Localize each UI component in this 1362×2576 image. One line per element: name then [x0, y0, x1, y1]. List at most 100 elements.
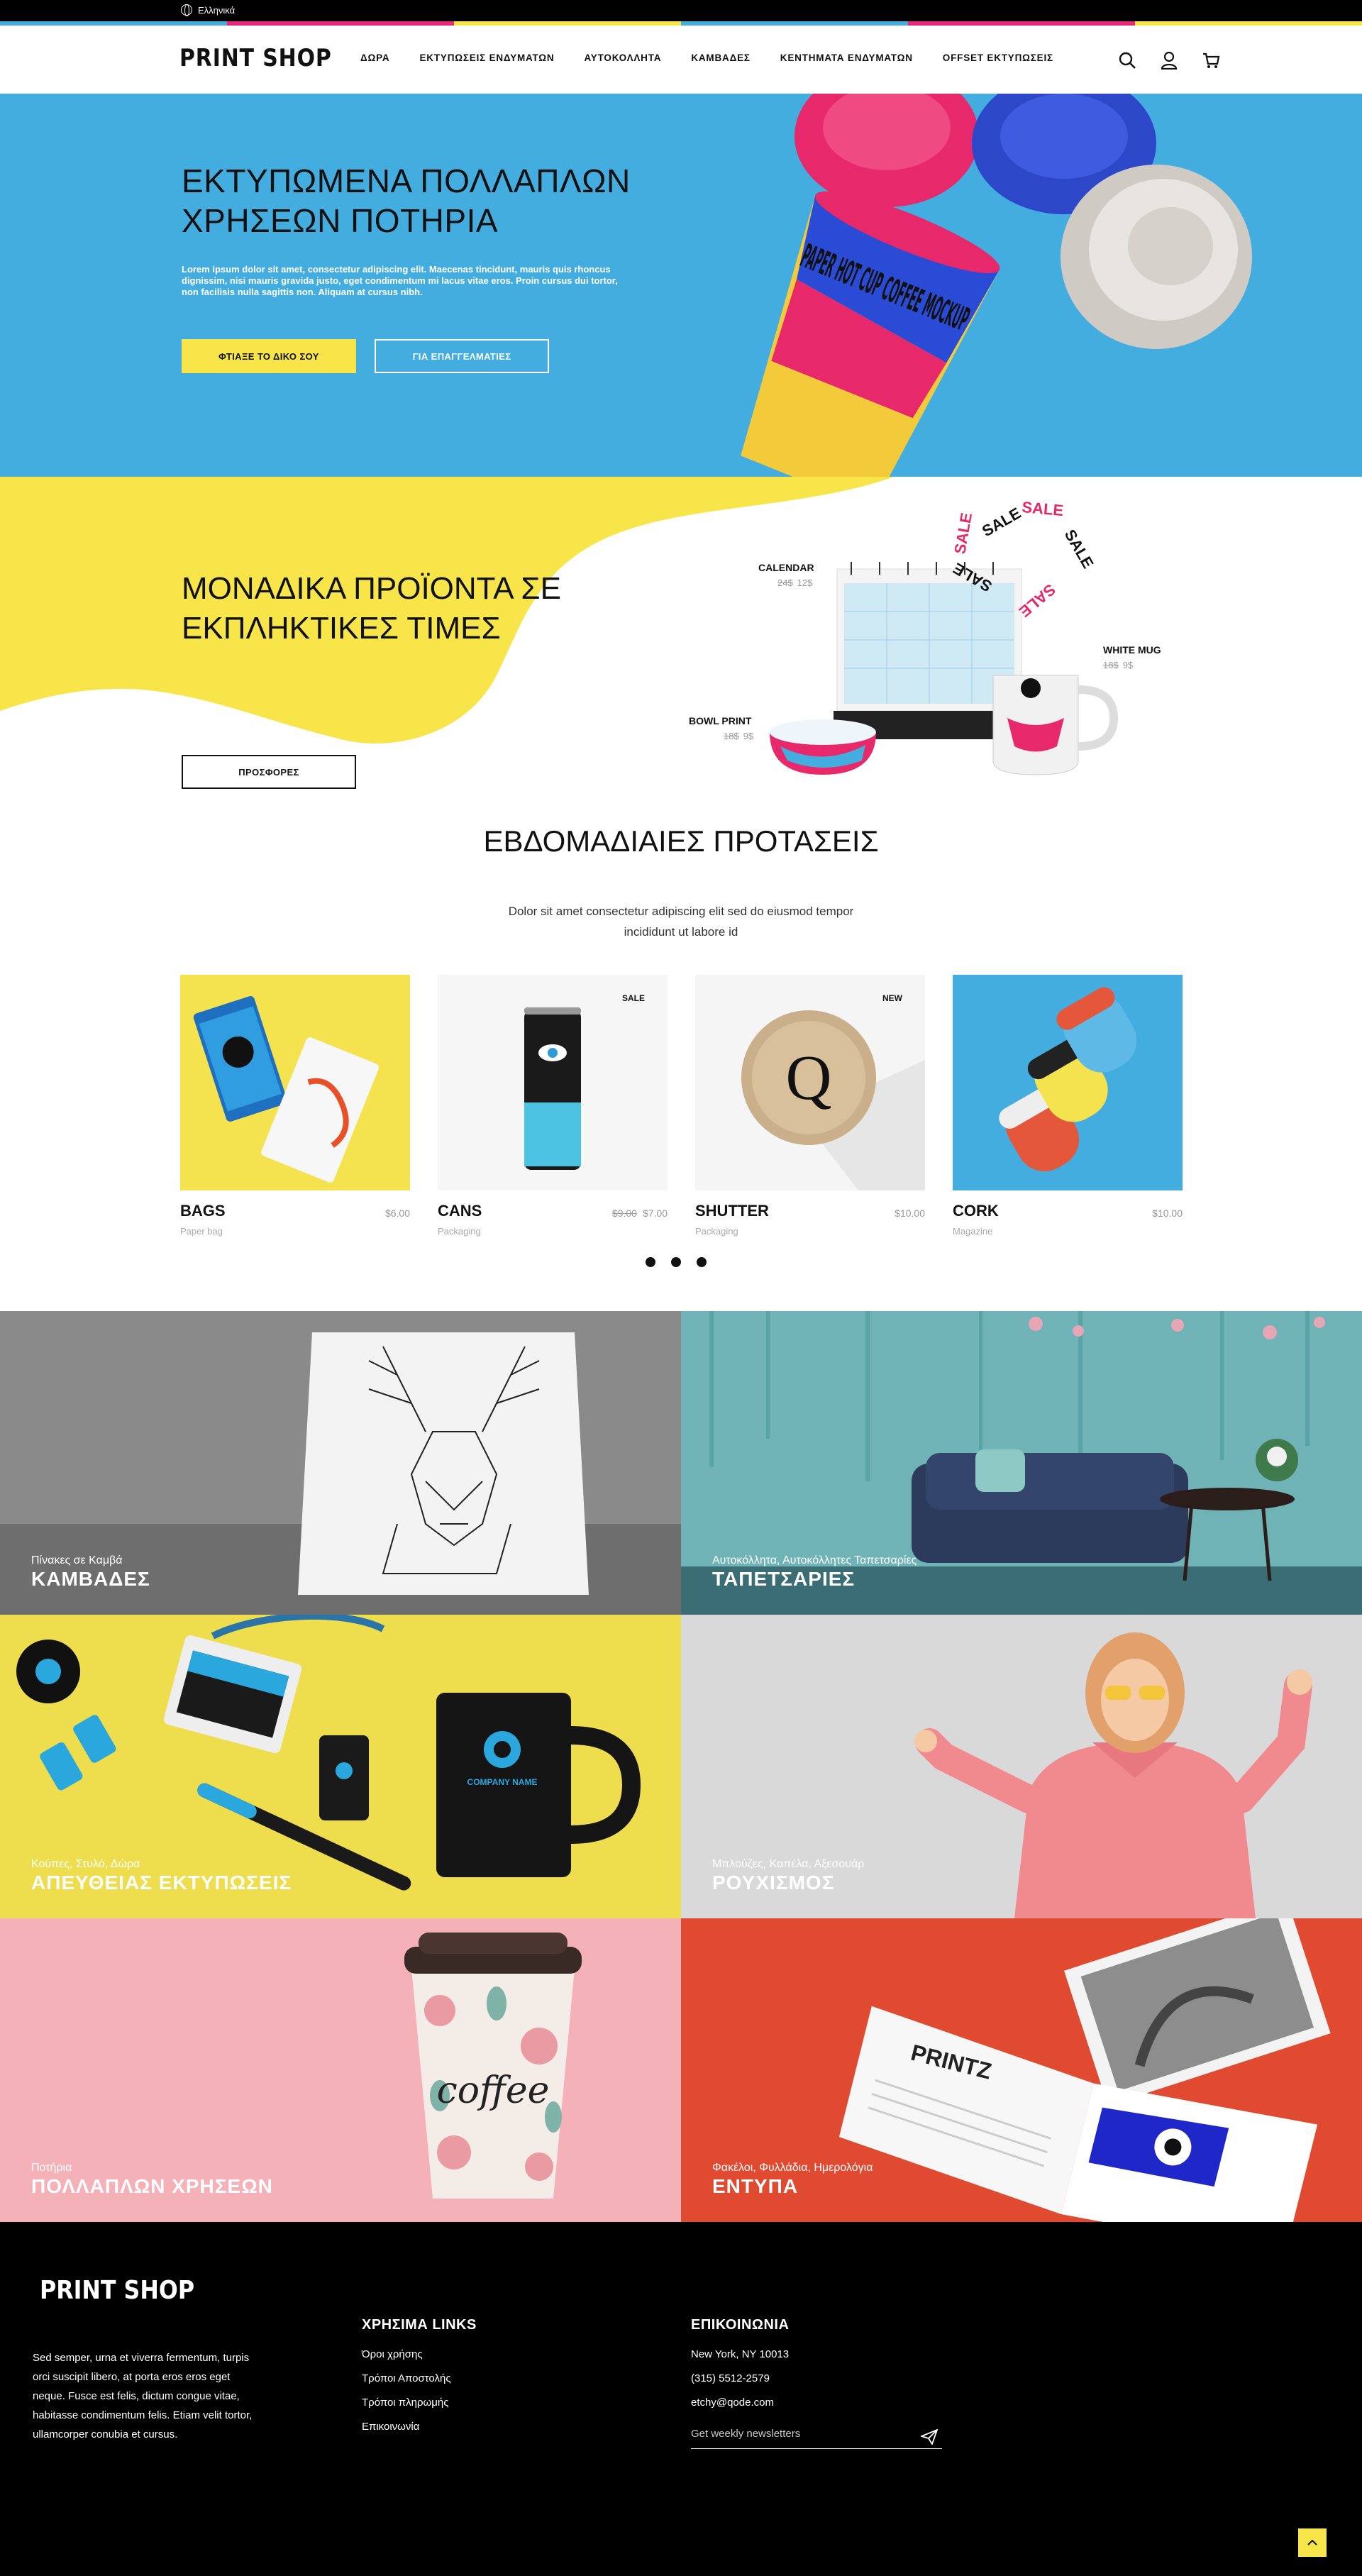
footer-about-text: Sed semper, urna et viverra fermentum, t… [33, 2352, 253, 2440]
category-tile-clothing[interactable]: Μπλούζες, Καπέλα, Αξεσουάρ ΡΟΥΧΙΣΜΟΣ [681, 1615, 1362, 1918]
category-title[interactable]: ΤΑΠΕΤΣΑΡΙΕΣ [712, 1568, 855, 1591]
bowl-print-price: 18$ 9$ [724, 731, 754, 741]
contact-title: ΕΠΙΚΟΙΝΩΝΙΑ [691, 2317, 790, 2333]
cart-icon[interactable] [1202, 51, 1220, 70]
product-card[interactable]: Q NEW SHUTTER $10.00 Packaging [695, 975, 925, 1237]
hero-banner: PAPER HOT CUP COFFEE MOCKUP ΕΚΤΥΠΩΜΕΝΑ Π… [0, 94, 1362, 477]
send-icon[interactable] [921, 2429, 938, 2445]
category-title[interactable]: ΕΝΤΥΠΑ [712, 2175, 798, 2198]
product-image[interactable]: SALE [438, 975, 668, 1190]
category-subtitle: Μπλούζες, Καπέλα, Αξεσουάρ [712, 1858, 865, 1870]
category-tile-wallpaper[interactable]: Αυτοκόλλητα, Αυτοκόλλητες Ταπετσαρίες ΤΑ… [681, 1311, 1362, 1615]
white-mug-label: WHITE MUG [1103, 644, 1161, 656]
category-title[interactable]: ΠΟΛΛΑΠΛΩΝ ΧΡΗΣΕΩΝ [31, 2175, 273, 2198]
product-name[interactable]: CORK [953, 1202, 999, 1220]
white-mug-price: 18$ 9$ [1103, 660, 1134, 670]
site-header: PRINT SHOP ΔΩΡΑ ΕΚΤΥΠΩΣΕΙΣ ΕΝΔΥΜΑΤΩΝ ΑΥΤ… [0, 26, 1362, 94]
product-name[interactable]: SHUTTER [695, 1202, 769, 1220]
top-bar: Ελληνικά [0, 0, 1362, 21]
footer-logo[interactable]: PRINT SHOP [40, 2276, 194, 2305]
carousel-dots [646, 1257, 707, 1267]
product-name[interactable]: CANS [438, 1202, 482, 1220]
carousel-dot[interactable] [671, 1257, 681, 1267]
make-your-own-button[interactable]: ΦΤΙΑΞΕ ΤΟ ΔΙΚΟ ΣΟΥ [182, 339, 356, 373]
nav-item-embroidery[interactable]: ΚΕΝΤΗΜΑΤΑ ΕΝΔΥΜΑΤΩΝ [780, 52, 913, 63]
contact-email[interactable]: etchy@qode.com [691, 2397, 774, 2409]
product-price: $9.00 $7.00 [611, 1207, 668, 1219]
carousel-dot[interactable] [646, 1257, 655, 1267]
product-category[interactable]: Magazine [953, 1226, 992, 1237]
footer-link-payment[interactable]: Τρόποι πληρωμής [362, 2397, 448, 2409]
product-category[interactable]: Paper bag [180, 1226, 223, 1237]
user-icon[interactable] [1161, 51, 1178, 70]
product-price: $10.00 [1152, 1207, 1183, 1219]
mug-print-text: COMPANY NAME [467, 1777, 538, 1787]
sale-word: SALE [1022, 498, 1065, 519]
nav-item-stickers[interactable]: ΑΥΤΟΚΟΛΛΗΤΑ [584, 52, 661, 63]
product-card[interactable]: BAGS $6.00 Paper bag [180, 975, 410, 1237]
product-name[interactable]: BAGS [180, 1202, 226, 1220]
product-card[interactable]: CORK $10.00 Magazine [953, 975, 1183, 1237]
sale-word: SALE [979, 504, 1024, 540]
tubes-illustration [999, 987, 1137, 1171]
globe-icon [181, 4, 192, 16]
category-subtitle: Ποτήρια [31, 2162, 72, 2174]
search-icon[interactable] [1118, 51, 1136, 70]
main-nav: ΔΩΡΑ ΕΚΤΥΠΩΣΕΙΣ ΕΝΔΥΜΑΤΩΝ ΑΥΤΟΚΟΛΛΗΤΑ ΚΑ… [360, 52, 1083, 63]
language-label: Ελληνικά [198, 4, 236, 16]
sale-word: SALE [951, 512, 975, 555]
bags-illustration [193, 996, 380, 1183]
calendar-price: 24$ 12$ [777, 577, 813, 588]
product-card[interactable]: SALE CANS $9.00 $7.00 Packaging [438, 975, 668, 1237]
category-tile-print-materials[interactable]: PRINTZ Φακέλοι, Φυλλάδια, Ημερολόγια ΕΝΤ… [681, 1918, 1362, 2222]
carousel-dot[interactable] [697, 1257, 707, 1267]
nav-item-offset-printing[interactable]: OFFSET ΕΚΤΥΠΩΣΕΙΣ [943, 52, 1053, 63]
sale-word: SALE [1061, 526, 1097, 571]
category-title[interactable]: ΚΑΜΒΑΔΕΣ [31, 1568, 150, 1591]
product-badge: SALE [621, 993, 645, 1003]
category-tile-canvas[interactable]: Πίνακες σε Καμβά ΚΑΜΒΑΔΕΣ [0, 1311, 681, 1615]
for-professionals-button[interactable]: ΓΙΑ ΕΠΑΓΓΕΛΜΑΤΙΕΣ [375, 339, 549, 373]
category-subtitle: Φακέλοι, Φυλλάδια, Ημερολόγια [712, 2162, 873, 2174]
calendar-label: CALENDAR [758, 562, 814, 573]
product-image[interactable] [953, 975, 1183, 1190]
product-image[interactable] [180, 975, 410, 1190]
product-price: $10.00 [895, 1207, 925, 1219]
footer-link-shipping[interactable]: Τρόποι Αποστολής [362, 2372, 451, 2384]
offers-button[interactable]: ΠΡΟΣΦΟΡΕΣ [182, 755, 356, 789]
nav-item-gifts[interactable]: ΔΩΡΑ [360, 52, 389, 63]
hero-title: ΕΚΤΥΠΩΜΕΝΑ ΠΟΛΛΑΠΛΩΝ ΧΡΗΣΕΩΝ ΠΟΤΗΡΙΑ [182, 162, 631, 239]
product-image[interactable]: Q NEW [695, 975, 925, 1190]
contact-phone[interactable]: (315) 5512-2579 [691, 2372, 770, 2384]
bowl-print-label: BOWL PRINT [689, 715, 752, 726]
promo-section: ΜΟΝΑΔΙΚΑ ΠΡΟΪΟΝΤΑ ΣΕ ΕΚΠΛΗΚΤΙΚΕΣ ΤΙΜΕΣ Π… [0, 477, 1362, 810]
svg-text:Q: Q [786, 1043, 832, 1113]
useful-links-title: ΧΡΗΣΙΜΑ LINKS [362, 2317, 477, 2333]
site-logo[interactable]: PRINT SHOP [179, 44, 332, 72]
footer-link-terms[interactable]: Όροι χρήσης [362, 2348, 423, 2360]
category-subtitle: Αυτοκόλλητα, Αυτοκόλλητες Ταπετσαρίες [712, 1554, 917, 1566]
nav-item-garment-printing[interactable]: ΕΚΤΥΠΩΣΕΙΣ ΕΝΔΥΜΑΤΩΝ [419, 52, 554, 63]
chevron-up-icon [1307, 2539, 1317, 2545]
category-tile-reusable-cups[interactable]: coffee Ποτήρια ΠΟΛΛΑΠΛΩΝ ΧΡΗΣΕΩΝ [0, 1918, 681, 2222]
language-selector[interactable]: Ελληνικά [181, 4, 235, 16]
back-to-top-button[interactable] [1298, 2528, 1327, 2557]
weekly-subtitle: Dolor sit amet consectetur adipiscing el… [508, 905, 854, 939]
category-title[interactable]: ΑΠΕΥΘΕΙΑΣ ΕΚΤΥΠΩΣΕΙΣ [31, 1872, 292, 1894]
newsletter-input[interactable] [691, 2428, 904, 2440]
promo-title: ΜΟΝΑΔΙΚΑ ΠΡΟΪΟΝΤΑ ΣΕ ΕΚΠΛΗΚΤΙΚΕΣ ΤΙΜΕΣ [182, 571, 561, 646]
sale-products-illustration: SALE SALE SALE SALE SALE SALE [770, 498, 1119, 775]
category-subtitle: Κούπες, Στυλό, Δώρα [31, 1858, 140, 1870]
product-category[interactable]: Packaging [695, 1226, 738, 1237]
contact-address: New York, NY 10013 [691, 2348, 790, 2360]
nav-item-canvas[interactable]: ΚΑΜΒΑΔΕΣ [691, 52, 750, 63]
category-title[interactable]: ΡΟΥΧΙΣΜΟΣ [712, 1872, 835, 1894]
footer-link-contact[interactable]: Επικοινωνία [362, 2421, 419, 2433]
product-category[interactable]: Packaging [438, 1226, 481, 1237]
cork-bottle-illustration: Q [741, 1010, 925, 1190]
category-tile-direct-printing[interactable]: COMPANY NAME Κούπες, Στυλό, Δώρα ΑΠΕΥΘΕΙ… [0, 1615, 681, 1918]
hero-text: Lorem ipsum dolor sit amet, consectetur … [182, 264, 618, 297]
sale-word: SALE [1016, 580, 1059, 621]
category-subtitle: Πίνακες σε Καμβά [31, 1554, 123, 1566]
site-footer: PRINT SHOP Sed semper, urna et viverra f… [0, 2222, 1362, 2576]
